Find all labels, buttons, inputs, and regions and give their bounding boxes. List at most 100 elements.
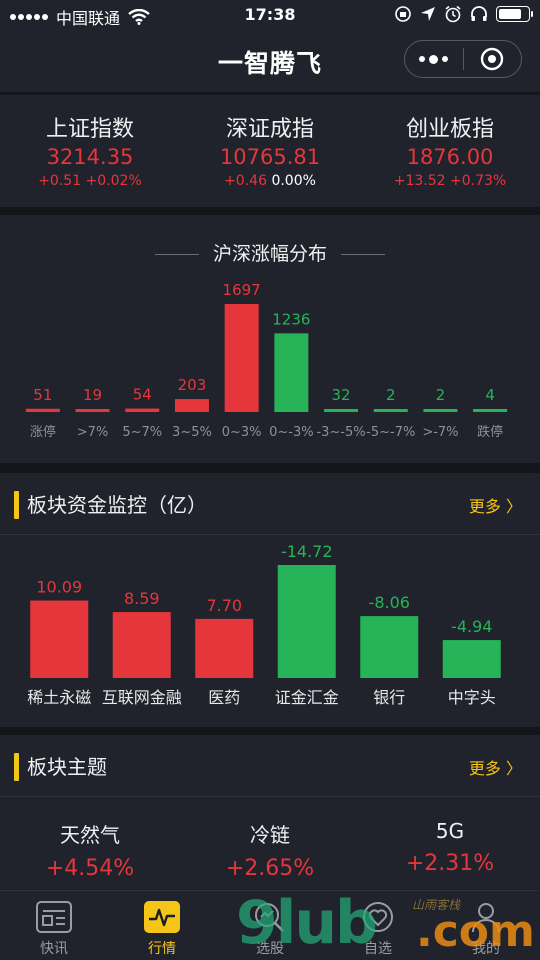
distribution-bar	[423, 409, 458, 412]
nav-bar: 一智腾飞	[0, 30, 540, 92]
index-percent: +0.73%	[450, 173, 507, 189]
index-value: 10765.81	[219, 145, 321, 169]
distribution-bar	[125, 408, 160, 412]
funds-bar	[195, 618, 254, 678]
distribution-category-label: 涨停	[30, 424, 56, 440]
distribution-category-label: -3~-5%	[316, 425, 365, 440]
distribution-value-label: 32	[332, 386, 351, 404]
funds-value-label: 8.59	[124, 589, 160, 608]
more-dots-icon	[419, 54, 449, 64]
funds-category-label: 证金汇金	[275, 688, 339, 707]
distribution-value-label: 51	[33, 386, 52, 404]
theme-name: 5G	[435, 819, 465, 843]
location-icon	[421, 7, 435, 21]
tab-stock-pick[interactable]: 选股	[216, 891, 324, 960]
index-name: 深证成指	[225, 117, 314, 142]
close-miniapp-button[interactable]	[464, 41, 522, 77]
band-divider	[0, 727, 540, 735]
distribution-value-label: 1697	[223, 281, 261, 299]
tab-mine[interactable]: 我的	[432, 891, 540, 960]
distribution-value-label: 1236	[272, 310, 310, 328]
alarm-icon	[445, 5, 461, 23]
tab-favorites[interactable]: 自选	[324, 891, 432, 960]
distribution-category-label: 5~7%	[122, 425, 162, 440]
index-card-shenzhen[interactable]: 深证成指 10765.81 +0.46 0.00%	[180, 95, 360, 207]
funds-category-label: 互联网金融	[102, 688, 182, 707]
distribution-category-label: -5~-7%	[366, 425, 415, 440]
tab-label: 自选	[364, 941, 392, 957]
distribution-category-label: 0~3%	[222, 425, 262, 440]
market-indices: 上证指数 3214.35 +0.51 +0.02% 深证成指 10765.81 …	[0, 95, 540, 207]
index-change: +0.51	[38, 173, 82, 189]
band-divider	[0, 463, 540, 473]
distribution-value-label: 2	[436, 386, 446, 404]
funds-value-label: 7.70	[206, 596, 242, 615]
distribution-value-label: 4	[485, 386, 495, 404]
funds-section-title: 板块资金监控（亿）	[27, 493, 207, 517]
distribution-bar	[224, 304, 259, 412]
theme-percent: +4.54%	[45, 856, 135, 881]
funds-bar	[442, 640, 501, 678]
funds-category-label: 银行	[373, 688, 405, 707]
distribution-value-label: 2	[386, 386, 396, 404]
status-bar: 中国联通 17:38	[0, 0, 540, 30]
stock-pick-icon	[255, 903, 284, 932]
index-card-shanghai[interactable]: 上证指数 3214.35 +0.51 +0.02%	[0, 95, 180, 207]
distribution-bar	[473, 409, 508, 412]
rotation-lock-icon	[395, 6, 411, 22]
funds-more-link[interactable]: 更多 〉	[469, 493, 522, 517]
tab-label: 行情	[148, 941, 176, 957]
distribution-value-label: 203	[178, 376, 207, 394]
funds-bar	[360, 616, 419, 678]
funds-bar	[30, 600, 89, 678]
section-accent-bar	[14, 491, 19, 519]
distribution-chart: 51 涨停 19 >7% 54 5~7% 203 3~5% 1697 0~3% 1236 0~-3% 3…	[25, 281, 508, 440]
theme-item-natural-gas[interactable]: 天然气 +4.54%	[0, 797, 180, 889]
band-divider	[0, 207, 540, 215]
distribution-value-label: 54	[133, 386, 152, 404]
index-value: 3214.35	[46, 145, 134, 169]
target-close-icon	[481, 47, 504, 71]
funds-monitor: 10.09 稀土永磁 8.59 互联网金融 7.70 医药 -14.72 证金汇金 -8.06 银…	[0, 535, 540, 727]
funds-value-label: -14.72	[281, 542, 333, 561]
favorite-icon	[363, 902, 393, 932]
tab-market[interactable]: 行情	[108, 891, 216, 960]
more-menu-button[interactable]	[405, 41, 463, 77]
distribution-bar	[324, 409, 359, 412]
index-name: 上证指数	[45, 117, 134, 142]
user-icon	[472, 903, 500, 933]
distribution-category-label: 跌停	[477, 424, 503, 440]
distribution-bar	[25, 408, 60, 412]
theme-percent: +2.31%	[405, 851, 495, 876]
miniapp-capsule	[404, 40, 522, 78]
index-card-chinext[interactable]: 创业板指 1876.00 +13.52 +0.73%	[360, 95, 540, 207]
tab-label: 快讯	[40, 941, 68, 957]
tab-news[interactable]: 快讯	[0, 891, 108, 960]
bottom-tab-bar: 快讯 行情 选股 自选 我的	[0, 890, 540, 960]
funds-bar	[112, 612, 171, 678]
index-change: +13.52	[393, 173, 446, 189]
index-percent: 0.00%	[271, 173, 316, 189]
distribution-value-label: 19	[83, 386, 102, 404]
funds-category-label: 医药	[208, 688, 240, 707]
funds-value-label: -8.06	[369, 593, 410, 612]
distribution-category-label: 0~-3%	[269, 425, 313, 440]
index-change: +0.46	[224, 173, 267, 189]
rise-fall-distribution: 沪深涨幅分布 51 涨停 19 >7% 54 5~7% 203 3~5% 1697 0~3% 123…	[0, 215, 540, 463]
distribution-category-label: 3~5%	[172, 425, 212, 440]
funds-category-label: 稀土永磁	[27, 688, 91, 707]
theme-item-5g[interactable]: 5G +2.31%	[360, 797, 540, 889]
distribution-category-label: >-7%	[422, 425, 458, 440]
news-icon	[36, 901, 72, 933]
funds-value-label: 10.09	[36, 578, 82, 597]
theme-name: 冷链	[250, 823, 290, 847]
battery-icon	[496, 6, 533, 22]
pulse-icon	[144, 901, 180, 933]
theme-item-cold-chain[interactable]: 冷链 +2.65%	[180, 797, 360, 889]
funds-chart: 10.09 稀土永磁 8.59 互联网金融 7.70 医药 -14.72 证金汇金 -8.06 银…	[27, 542, 501, 707]
index-value: 1876.00	[406, 145, 494, 169]
themes-more-link[interactable]: 更多 〉	[469, 755, 522, 779]
themes-section-header: 板块主题 更多 〉	[0, 735, 540, 797]
funds-value-label: -4.94	[451, 617, 492, 636]
headphones-icon	[471, 6, 487, 21]
